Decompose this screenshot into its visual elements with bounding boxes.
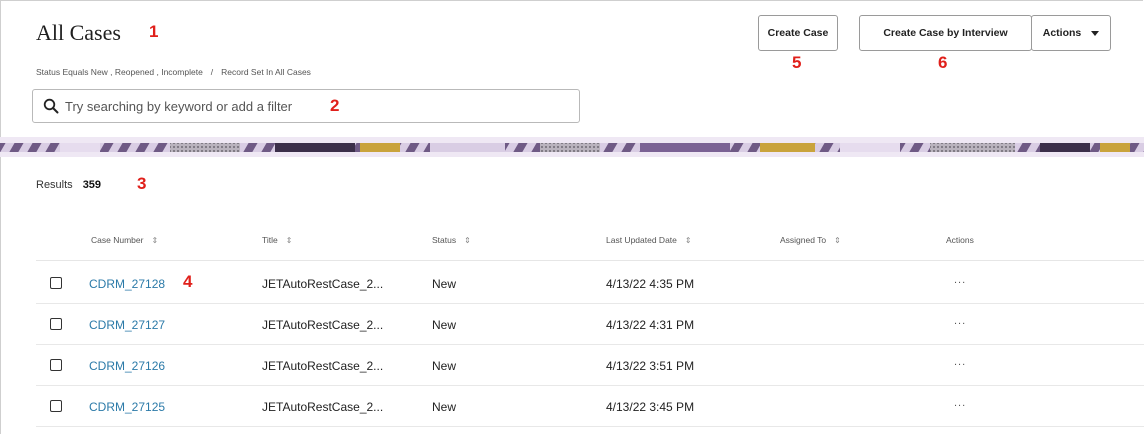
case-status: New	[432, 277, 457, 291]
results-summary: Results 359	[36, 179, 101, 191]
case-title: JETAutoRestCase_2...	[262, 400, 384, 414]
search-box[interactable]	[32, 89, 580, 123]
row-checkbox[interactable]	[50, 400, 62, 412]
column-header-assigned-to[interactable]: Assigned To ⇕	[780, 235, 841, 245]
breadcrumb: Status Equals New , Reopened , Incomplet…	[36, 67, 311, 77]
case-title: JETAutoRestCase_2...	[262, 359, 384, 373]
results-count: 359	[82, 179, 102, 191]
case-number-link[interactable]: CDRM_27128	[89, 277, 165, 291]
results-label: Results	[36, 179, 73, 191]
case-last-updated: 4/13/22 4:31 PM	[606, 318, 695, 332]
row-actions-icon[interactable]: ...	[954, 315, 966, 327]
row-checkbox[interactable]	[50, 359, 62, 371]
create-case-by-interview-button[interactable]: Create Case by Interview	[859, 15, 1032, 51]
row-actions-icon[interactable]: ...	[954, 397, 966, 409]
create-case-by-interview-label: Create Case by Interview	[883, 27, 1008, 39]
search-input[interactable]	[65, 96, 355, 116]
actions-menu-label: Actions	[1042, 27, 1082, 39]
sort-icon[interactable]: ⇕	[834, 236, 841, 245]
case-number-link[interactable]: CDRM_27127	[89, 318, 165, 332]
sort-icon[interactable]: ⇕	[685, 236, 692, 245]
sort-icon[interactable]: ⇕	[464, 236, 471, 245]
sort-icon[interactable]: ⇕	[286, 236, 293, 245]
table-row[interactable]: CDRM_27127 JETAutoRestCase_2... New 4/13…	[36, 305, 1144, 345]
breadcrumb-record-set[interactable]: Record Set In All Cases	[221, 67, 311, 77]
column-header-case-number[interactable]: Case Number ⇕	[91, 235, 158, 245]
decorative-banner	[0, 137, 1144, 157]
callout-2: 2	[330, 96, 340, 115]
create-case-button[interactable]: Create Case	[758, 15, 838, 51]
row-checkbox[interactable]	[50, 277, 62, 289]
caret-down-icon	[1091, 30, 1100, 36]
case-title: JETAutoRestCase_2...	[262, 277, 384, 291]
case-last-updated: 4/13/22 3:51 PM	[606, 359, 695, 373]
callout-4: 4	[183, 272, 193, 291]
case-last-updated: 4/13/22 3:45 PM	[606, 400, 695, 414]
row-actions-icon[interactable]: ...	[954, 356, 966, 368]
case-number-link[interactable]: CDRM_27125	[89, 400, 165, 414]
callout-1: 1	[149, 22, 159, 41]
column-header-actions: Actions	[946, 235, 974, 245]
case-title: JETAutoRestCase_2...	[262, 318, 384, 332]
actions-menu-button[interactable]: Actions	[1031, 15, 1111, 51]
case-number-link[interactable]: CDRM_27126	[89, 359, 165, 373]
sort-icon[interactable]: ⇕	[151, 236, 158, 245]
page-title: All Cases	[36, 20, 121, 45]
table-row[interactable]: CDRM_27126 JETAutoRestCase_2... New 4/13…	[36, 346, 1144, 386]
callout-5: 5	[792, 53, 802, 72]
search-icon	[43, 98, 59, 114]
callout-6: 6	[938, 53, 948, 72]
column-header-status[interactable]: Status ⇕	[432, 235, 471, 245]
case-status: New	[432, 359, 457, 373]
breadcrumb-filter[interactable]: Status Equals New , Reopened , Incomplet…	[36, 67, 203, 77]
header-divider	[36, 260, 1144, 261]
case-status: New	[432, 318, 457, 332]
row-checkbox[interactable]	[50, 318, 62, 330]
callout-3: 3	[137, 174, 147, 193]
case-last-updated: 4/13/22 4:35 PM	[606, 277, 695, 291]
row-actions-icon[interactable]: ...	[954, 274, 966, 286]
column-header-last-updated-date[interactable]: Last Updated Date ⇕	[606, 235, 692, 245]
column-header-title[interactable]: Title ⇕	[262, 235, 292, 245]
case-status: New	[432, 400, 457, 414]
table-row[interactable]: CDRM_27128 JETAutoRestCase_2... New 4/13…	[36, 264, 1144, 304]
table-row[interactable]: CDRM_27125 JETAutoRestCase_2... New 4/13…	[36, 387, 1144, 427]
breadcrumb-separator: /	[210, 67, 214, 77]
